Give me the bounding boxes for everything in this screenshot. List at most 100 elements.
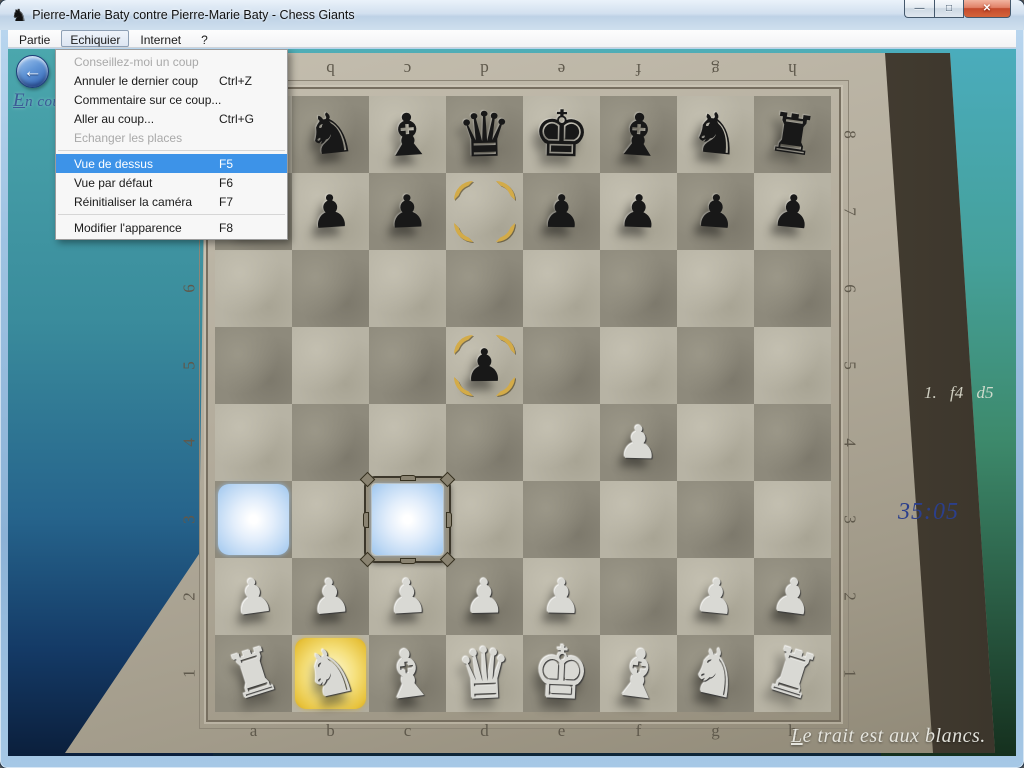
menu-item-vue-par-d-faut[interactable]: Vue par défautF6	[56, 173, 287, 192]
menu-item-aller-au-coup[interactable]: Aller au coup...Ctrl+G	[56, 109, 287, 128]
square-c3[interactable]	[369, 481, 446, 558]
piece-black-queen-d8[interactable]: ♛	[445, 95, 524, 174]
square-g4[interactable]	[677, 404, 754, 481]
file-label-bottom-e: e	[523, 721, 600, 741]
menu-item-shortcut: F8	[219, 221, 277, 235]
square-b5[interactable]	[292, 327, 369, 404]
piece-black-pawn-e7[interactable]: ♟	[522, 172, 600, 250]
square-e5[interactable]	[523, 327, 600, 404]
square-h3[interactable]	[754, 481, 831, 558]
piece-white-pawn-e2[interactable]: ♟	[522, 555, 601, 637]
file-label-top-e: e	[523, 59, 600, 79]
piece-black-bishop-c8[interactable]: ♝	[367, 94, 449, 176]
square-h4[interactable]	[754, 404, 831, 481]
menubar-item-partie[interactable]: Partie	[10, 30, 59, 47]
piece-black-knight-g8[interactable]: ♞	[673, 92, 758, 177]
back-button[interactable]: ←	[16, 55, 49, 88]
square-f2[interactable]	[600, 558, 677, 635]
file-label-top-b: b	[292, 59, 369, 79]
menu-item-vue-de-dessus[interactable]: Vue de dessusF5	[56, 154, 287, 173]
square-g6[interactable]	[677, 250, 754, 327]
piece-white-pawn-f4[interactable]: ♟	[599, 403, 678, 482]
square-d4[interactable]	[446, 404, 523, 481]
menu-item-modifier-l-apparence[interactable]: Modifier l'apparenceF8	[56, 218, 287, 237]
piece-black-knight-b8[interactable]: ♞	[288, 92, 373, 177]
menu-item-label: Aller au coup...	[74, 112, 219, 126]
menu-item-conseillez-moi-un-coup[interactable]: Conseillez-moi un coup	[56, 52, 287, 71]
menu-item-echanger-les-places[interactable]: Echanger les places	[56, 128, 287, 147]
menu-item-label: Vue de dessus	[74, 157, 219, 171]
square-f6[interactable]	[600, 250, 677, 327]
piece-black-pawn-f7[interactable]: ♟	[598, 171, 678, 251]
game-clock: 35:05	[898, 499, 959, 526]
menubar-item-?[interactable]: ?	[192, 30, 217, 47]
menubar-item-echiquier[interactable]: Echiquier	[61, 30, 129, 47]
square-a6[interactable]	[215, 250, 292, 327]
menu-item-shortcut: F5	[219, 157, 277, 171]
square-b6[interactable]	[292, 250, 369, 327]
menu-item-shortcut: Ctrl+Z	[219, 74, 277, 88]
file-label-bottom-c: c	[369, 721, 446, 741]
file-label-top-c: c	[369, 59, 446, 79]
square-d6[interactable]	[446, 250, 523, 327]
square-g3[interactable]	[677, 481, 754, 558]
square-d7[interactable]	[446, 173, 523, 250]
piece-black-rook-h8[interactable]: ♜	[749, 91, 836, 178]
square-b4[interactable]	[292, 404, 369, 481]
piece-black-pawn-g7[interactable]: ♟	[674, 170, 756, 252]
app-window: ♞ Pierre-Marie Baty contre Pierre-Marie …	[0, 0, 1024, 768]
piece-black-bishop-f8[interactable]: ♝	[598, 94, 680, 176]
back-arrow-icon: ←	[23, 61, 42, 83]
title-bar[interactable]: ♞ Pierre-Marie Baty contre Pierre-Marie …	[0, 0, 1024, 30]
menu-item-shortcut: F6	[219, 176, 277, 190]
piece-black-pawn-h7[interactable]: ♟	[750, 169, 834, 253]
close-button[interactable]: ✕	[964, 0, 1011, 18]
square-e3[interactable]	[523, 481, 600, 558]
square-d3[interactable]	[446, 481, 523, 558]
chess-board[interactable]: ♜♞♝♛♚♝♞♜♟♟♟♟♟♟♟♟♟♟♟♟♟♟♟♟♜♞♝♛♚♝♞♜	[215, 96, 831, 712]
menu-item-label: Echanger les places	[74, 131, 219, 145]
menu-separator	[58, 150, 285, 151]
minimize-button[interactable]: —	[904, 0, 934, 18]
piece-white-pawn-d2[interactable]: ♟	[445, 555, 524, 637]
square-b3[interactable]	[292, 481, 369, 558]
client-area: aabbccddeeffgghh8877665544332211 ♜♞♝♛♚♝♞…	[8, 49, 1016, 756]
piece-white-queen-d1[interactable]: ♛	[444, 628, 525, 719]
last-move-marker	[446, 327, 523, 404]
square-f3[interactable]	[600, 481, 677, 558]
square-e4[interactable]	[523, 404, 600, 481]
menu-item-annuler-le-dernier-coup[interactable]: Annuler le dernier coupCtrl+Z	[56, 71, 287, 90]
square-c5[interactable]	[369, 327, 446, 404]
move-target-glow	[372, 484, 443, 555]
square-c4[interactable]	[369, 404, 446, 481]
square-h6[interactable]	[754, 250, 831, 327]
menu-item-r-initialiser-la-cam-ra[interactable]: Réinitialiser la caméraF7	[56, 192, 287, 211]
file-label-top-g: g	[677, 59, 754, 79]
menu-item-shortcut: Ctrl+G	[219, 112, 277, 126]
square-e6[interactable]	[523, 250, 600, 327]
square-h5[interactable]	[754, 327, 831, 404]
piece-white-pawn-b2[interactable]: ♟	[288, 553, 372, 641]
square-f5[interactable]	[600, 327, 677, 404]
piece-black-pawn-c7[interactable]: ♟	[367, 171, 447, 251]
square-a4[interactable]	[215, 404, 292, 481]
menu-item-commentaire-sur-ce-coup[interactable]: Commentaire sur ce coup...	[56, 90, 287, 109]
file-label-bottom-d: d	[446, 721, 523, 741]
menubar-item-internet[interactable]: Internet	[131, 30, 190, 47]
square-c6[interactable]	[369, 250, 446, 327]
menu-item-label: Réinitialiser la caméra	[74, 195, 219, 209]
square-a3[interactable]	[215, 481, 292, 558]
square-d5[interactable]	[446, 327, 523, 404]
menu-bar: PartieEchiquierInternet?	[8, 30, 1016, 48]
piece-black-king-e8[interactable]: ♚	[522, 95, 601, 174]
file-label-top-h: h	[754, 59, 831, 79]
move-target-glow	[218, 484, 289, 555]
menu-item-shortcut: F7	[219, 195, 277, 209]
piece-white-bishop-c1[interactable]: ♝	[364, 625, 452, 722]
maximize-button[interactable]: □	[934, 0, 964, 18]
square-g5[interactable]	[677, 327, 754, 404]
piece-white-king-e1[interactable]: ♚	[521, 628, 602, 719]
piece-black-pawn-b7[interactable]: ♟	[289, 170, 371, 252]
menu-item-label: Modifier l'apparence	[74, 221, 219, 235]
square-a5[interactable]	[215, 327, 292, 404]
